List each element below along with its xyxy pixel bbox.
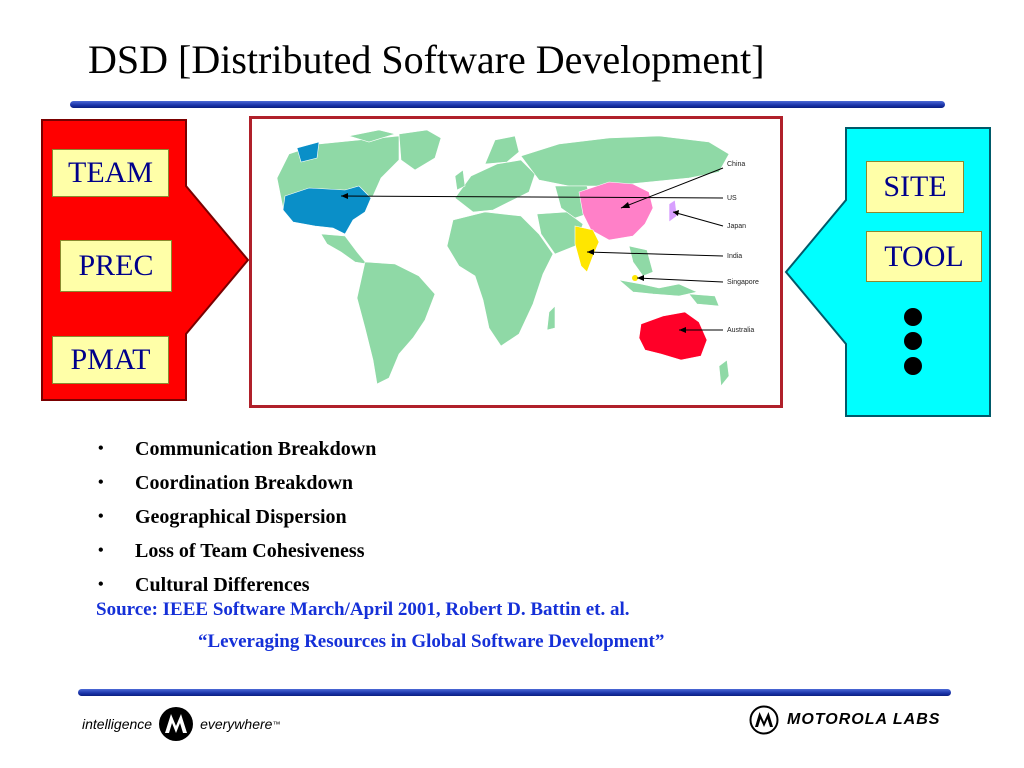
tagline-word-2: everywhere (200, 716, 273, 732)
site-box: SITE (866, 161, 964, 213)
list-item: • Coordination Breakdown (98, 471, 354, 494)
list-item: • Communication Breakdown (98, 437, 377, 460)
bottom-divider (78, 689, 951, 696)
footer-tagline: intelligence everywhere ™ (82, 706, 280, 742)
motorola-logo-icon (159, 707, 194, 741)
slide-title: DSD [Distributed Software Development] (88, 37, 765, 82)
trademark-symbol: ™ (272, 719, 281, 729)
tagline-word-1: intelligence (82, 716, 153, 732)
tool-box: TOOL (866, 231, 982, 282)
source-citation: Source: IEEE Software March/April 2001, … (96, 599, 630, 620)
bullet-text: Communication Breakdown (135, 437, 377, 460)
list-item: • Geographical Dispersion (98, 505, 347, 528)
team-box: TEAM (52, 149, 169, 197)
prec-box: PREC (60, 240, 172, 292)
footer-brand: MOTOROLA LABS (749, 705, 940, 735)
source-article-title: “Leveraging Resources in Global Software… (198, 631, 665, 652)
map-label-us: US (727, 195, 737, 202)
map-label-japan: Japan (727, 223, 746, 230)
brand-name: MOTOROLA LABS (787, 711, 941, 728)
world-map: China US Japan India Singapore Australia (249, 116, 783, 408)
ellipsis-dots (904, 308, 922, 375)
map-label-china: China (727, 161, 745, 168)
bullet-list: • Communication Breakdown • Coordination B… (98, 432, 376, 602)
top-divider (70, 101, 945, 108)
map-label-singapore: Singapore (727, 279, 759, 286)
pmat-box: PMAT (52, 336, 169, 384)
bullet-text: Cultural Differences (135, 573, 310, 596)
bullet-text: Coordination Breakdown (135, 471, 354, 494)
bullet-text: Geographical Dispersion (135, 505, 347, 528)
list-item: • Cultural Differences (98, 573, 310, 596)
map-label-australia: Australia (727, 327, 754, 334)
list-item: • Loss of Team Cohesiveness (98, 539, 365, 562)
map-label-india: India (727, 253, 742, 260)
motorola-logo-icon (749, 705, 779, 735)
bullet-text: Loss of Team Cohesiveness (135, 539, 365, 562)
